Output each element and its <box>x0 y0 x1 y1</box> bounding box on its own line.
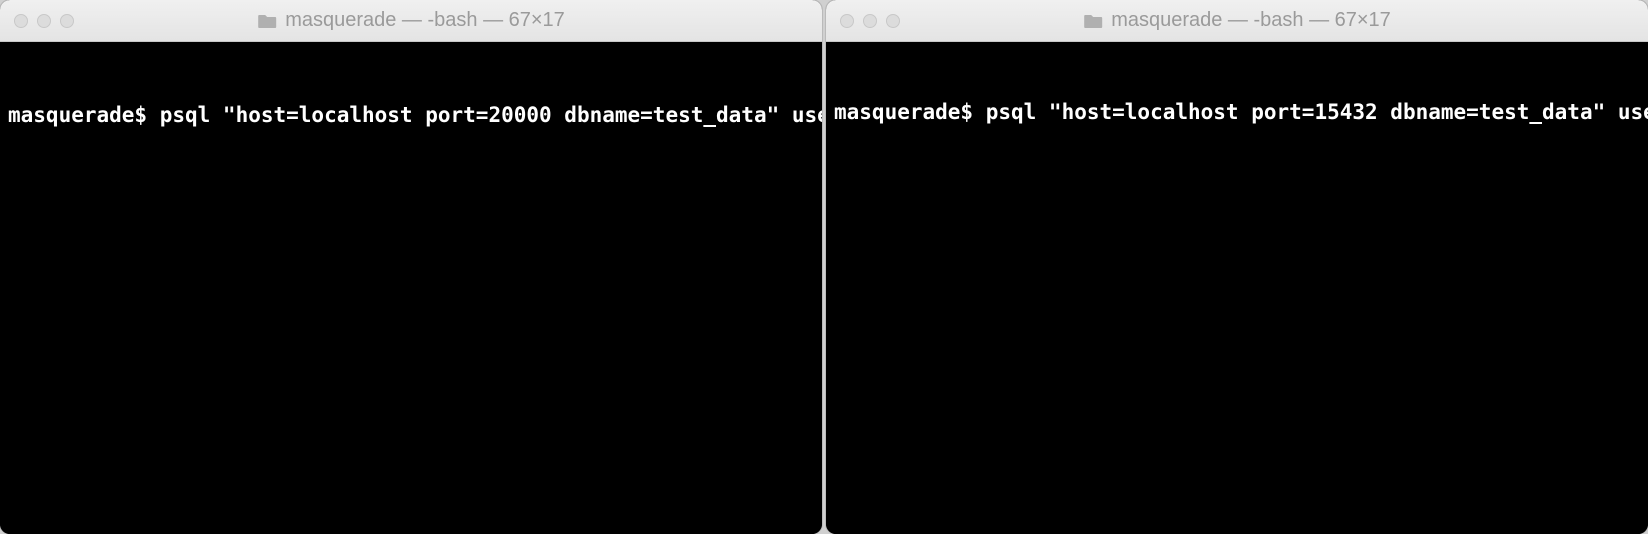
terminal-body[interactable]: masquerade$ psql "host=localhost port=20… <box>0 42 822 534</box>
terminal-body[interactable]: masquerade$ psql "host=localhost port=15… <box>826 42 1648 534</box>
zoom-button[interactable] <box>60 14 74 28</box>
zoom-button[interactable] <box>886 14 900 28</box>
window-title: masquerade — -bash — 67×17 <box>1111 9 1391 32</box>
close-button[interactable] <box>840 14 854 28</box>
terminal-line: masquerade$ psql "host=localhost port=20… <box>8 100 814 127</box>
shell-prompt: masquerade$ <box>834 100 986 124</box>
titlebar[interactable]: masquerade — -bash — 67×17 <box>0 0 822 42</box>
minimize-button[interactable] <box>863 14 877 28</box>
traffic-lights <box>14 14 74 28</box>
terminal-window-right: masquerade — -bash — 67×17 masquerade$ p… <box>826 0 1648 534</box>
shell-command: psql "host=localhost port=20000 dbname=t… <box>160 103 822 127</box>
minimize-button[interactable] <box>37 14 51 28</box>
window-title-area: masquerade — -bash — 67×17 <box>257 9 565 32</box>
close-button[interactable] <box>14 14 28 28</box>
shell-command: psql "host=localhost port=15432 dbname=t… <box>986 100 1648 124</box>
window-title: masquerade — -bash — 67×17 <box>285 9 565 32</box>
titlebar[interactable]: masquerade — -bash — 67×17 <box>826 0 1648 42</box>
window-title-area: masquerade — -bash — 67×17 <box>1083 9 1391 32</box>
folder-icon <box>257 13 277 29</box>
terminal-window-left: masquerade — -bash — 67×17 masquerade$ p… <box>0 0 822 534</box>
folder-icon <box>1083 13 1103 29</box>
shell-prompt: masquerade$ <box>8 103 160 127</box>
terminal-line: masquerade$ psql "host=localhost port=15… <box>834 100 1640 124</box>
traffic-lights <box>840 14 900 28</box>
